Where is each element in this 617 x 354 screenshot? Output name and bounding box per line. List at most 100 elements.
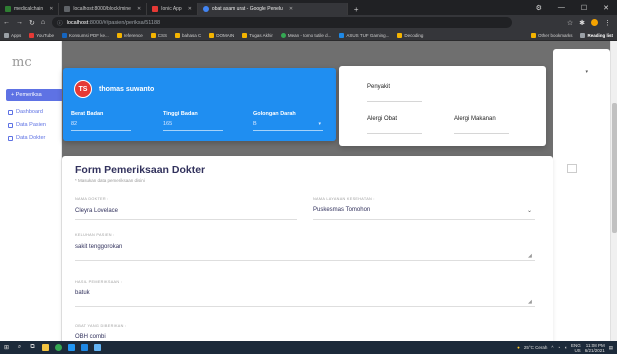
disease-label: Penyakit [367, 84, 391, 90]
bookmark-item[interactable]: ASUS TUF Gaming... [335, 32, 393, 38]
close-tab-icon[interactable]: ✕ [49, 6, 53, 12]
tray-chevron-icon[interactable]: ^ [551, 345, 553, 350]
clock[interactable]: 11:08 PM 6/21/2021 [585, 343, 605, 353]
sidebar-item-dashboard[interactable]: Dashboard [8, 109, 43, 115]
bookmark-item[interactable]: reference [113, 32, 147, 38]
sidebar-item-pemeriksaan[interactable]: + Pemeriksa [6, 89, 62, 101]
tab-label: obat asam urat - Google Penelu [211, 6, 283, 12]
weight-input[interactable]: 82 [71, 121, 131, 131]
lang-indicator[interactable]: ENG US [571, 343, 581, 353]
tab-block-mine[interactable]: localhost:8000/block/mine ✕ [59, 3, 148, 15]
store-icon[interactable] [91, 341, 104, 354]
bookmark-label: ASUS TUF Gaming... [346, 32, 390, 38]
chrome-icon[interactable] [52, 341, 65, 354]
resize-handle-icon[interactable]: ◢ [528, 299, 532, 305]
exam-result-label: HASIL PEMERIKSAAN : [75, 280, 123, 284]
tab-label: Ionic App [161, 6, 182, 12]
facility-select[interactable]: Puskesmas Tomohon [313, 207, 370, 213]
bookmark-item[interactable]: Tugas Akhir [238, 32, 277, 38]
tab-google-search[interactable]: obat asam urat - Google Penelu ✕ [197, 3, 348, 15]
complaint-underline [75, 260, 535, 261]
task-view-icon[interactable]: ⧉ [26, 341, 39, 354]
close-tab-icon[interactable]: ✕ [289, 6, 293, 12]
food-allergy-input[interactable] [454, 133, 509, 134]
reading-list[interactable]: Reading list [576, 32, 617, 38]
folder-icon [209, 32, 215, 38]
tab-ionic-app[interactable]: Ionic App ✕ [147, 3, 198, 15]
other-bookmarks[interactable]: Other bookmarks [527, 32, 577, 38]
url-path: :8000/#/pasien/periksa/51188 [88, 19, 161, 26]
brand-logo[interactable]: mc [12, 55, 32, 70]
sidebar-item-data-dokter[interactable]: Data Dokter [8, 135, 45, 141]
facility-underline [313, 219, 535, 220]
bookmark-item[interactable]: Konsumsi PDF ke... [58, 32, 113, 38]
chevron-down-icon[interactable]: ▾ [585, 69, 588, 75]
height-label: Tinggi Badan [163, 111, 198, 117]
tab-medicalchain[interactable]: medicalchain ✕ [0, 3, 60, 15]
bookmark-label: bahasa C [182, 32, 202, 38]
new-tab-icon[interactable]: + [348, 3, 365, 15]
doctor-icon [8, 135, 13, 141]
bookmark-item[interactable]: CSS [147, 32, 171, 38]
maximize-icon[interactable]: ☐ [573, 4, 595, 12]
back-icon[interactable]: ← [0, 19, 13, 26]
facility-label: NAMA LAYANAN KESEHATAN : [313, 197, 375, 201]
profile-icon[interactable]: ⚙ [528, 4, 550, 12]
bookmark-item[interactable]: Decoding [393, 32, 427, 38]
side-panel: ▾ [553, 49, 610, 341]
bookmark-item[interactable]: Mean - tomo tutile d... [277, 32, 336, 38]
search-icon[interactable]: ⌕ [13, 341, 26, 354]
url-input[interactable]: ⓘ localhost :8000/#/pasien/periksa/51188 [52, 17, 513, 28]
close-window-icon[interactable]: ✕ [595, 4, 617, 12]
close-tab-icon[interactable]: ✕ [137, 6, 141, 12]
info-icon[interactable]: ⓘ [57, 19, 63, 27]
windows-start-icon[interactable]: ⊞ [0, 341, 13, 354]
file-explorer-icon[interactable] [39, 341, 52, 354]
notifications-icon[interactable]: ▤ [609, 345, 613, 351]
bookmark-label: Decoding [404, 32, 424, 38]
resize-handle-icon[interactable]: ◢ [528, 253, 532, 259]
bookmark-favicon-icon [61, 32, 67, 38]
bookmark-item[interactable]: YouTube [25, 32, 58, 38]
weight-field: Berat Badan 82 [71, 111, 131, 131]
vscode-icon[interactable] [78, 341, 91, 354]
medicalchain-favicon-icon [5, 6, 11, 12]
reload-icon[interactable]: ↻ [26, 19, 38, 27]
bookmark-star-icon[interactable]: ☆ [567, 19, 573, 27]
menu-dots-icon[interactable]: ⋮ [604, 19, 611, 27]
blood-type-select[interactable]: B ▾ [253, 121, 323, 131]
sidebar-item-data-pasien[interactable]: Data Pasien [8, 122, 46, 128]
home-icon[interactable]: ⌂ [38, 19, 48, 26]
minimize-icon[interactable]: — [550, 4, 573, 11]
close-tab-icon[interactable]: ✕ [188, 6, 192, 12]
drug-allergy-input[interactable] [367, 133, 422, 134]
bookmark-item[interactable]: DOMAIN [205, 32, 238, 38]
dashboard-icon [8, 109, 13, 115]
app-icon[interactable] [65, 341, 78, 354]
disease-input[interactable] [367, 101, 422, 102]
height-input[interactable]: 165 [163, 121, 223, 131]
bookmark-label: Tugas Akhir [249, 32, 273, 38]
window-controls: ⚙ — ☐ ✕ [528, 0, 617, 15]
bookmark-item[interactable]: bahasa C [171, 32, 205, 38]
patient-card: TS thomas suwanto Berat Badan 82 Tinggi … [63, 68, 336, 141]
chevron-down-icon[interactable]: ⌄ [527, 207, 532, 214]
bookmark-label: DOMAIN [216, 32, 235, 38]
extensions-icon[interactable]: ✱ [579, 19, 585, 27]
exam-result-textarea[interactable]: batuk [75, 290, 90, 296]
page-scrollbar[interactable] [610, 41, 617, 341]
volume-icon[interactable]: ◖ [564, 345, 567, 350]
bookmark-item[interactable]: Apps [0, 32, 25, 38]
ionic-favicon-icon [152, 6, 159, 12]
patient-name: thomas suwanto [99, 86, 155, 93]
profile-avatar-icon[interactable] [591, 19, 598, 26]
forward-icon[interactable]: → [13, 19, 26, 26]
page-viewport: mc + Pemeriksa Dashboard Data Pasien Dat… [0, 41, 617, 341]
bookmarks-bar: Apps YouTube Konsumsi PDF ke... referenc… [0, 30, 617, 41]
scrollbar-thumb[interactable] [612, 103, 617, 233]
medication-textarea[interactable]: OBH combi [75, 334, 106, 340]
complaint-textarea[interactable]: sakit tenggorokan [75, 244, 122, 250]
weather-text[interactable]: 25°C Cerah [524, 345, 548, 350]
doctor-input[interactable]: Cleyra Lovelace [75, 208, 118, 214]
wifi-icon[interactable]: ◔ [558, 345, 561, 350]
